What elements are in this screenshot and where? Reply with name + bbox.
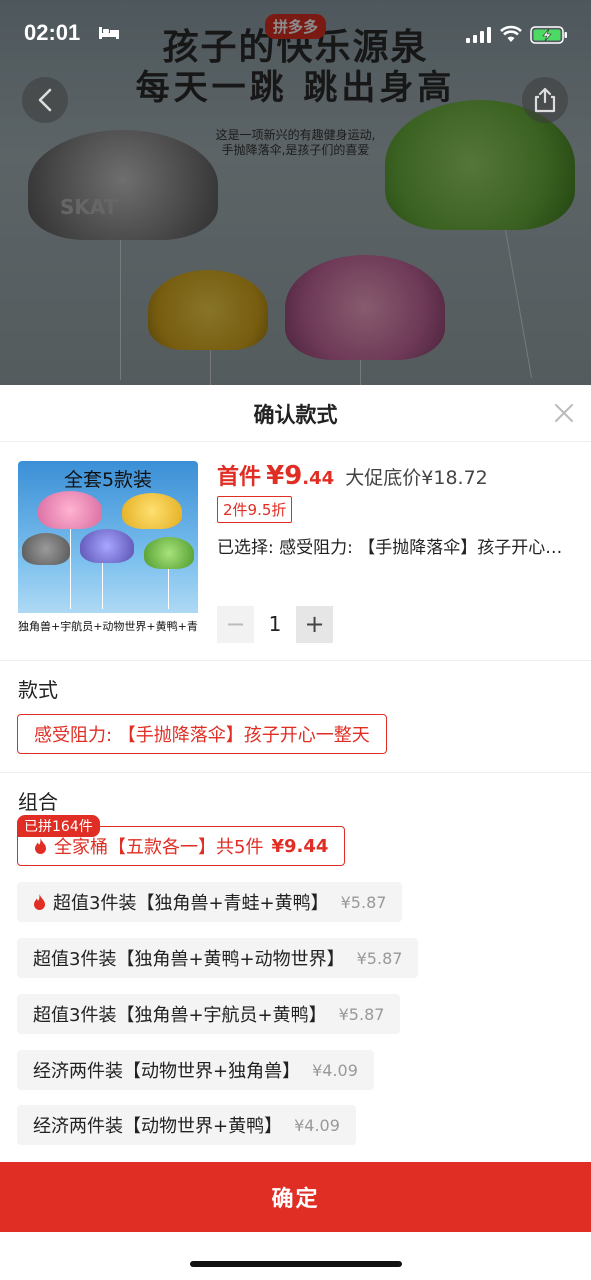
combo-option-3pack-astronaut[interactable]: 超值3件装【独角兽+宇航员+黄鸭】 ¥5.87 bbox=[17, 994, 401, 1034]
combo-option-2pack-unicorn[interactable]: 经济两件装【动物世界+独角兽】 ¥4.09 bbox=[17, 1050, 374, 1090]
back-button[interactable] bbox=[22, 77, 68, 123]
combo-option-price: ¥5.87 bbox=[338, 1004, 385, 1024]
style-picker-sheet: 确认款式 全套5款装 独角兽+宇航员+动物世界+黄鸭+青蛙 首件 ¥9.44 大… bbox=[0, 385, 591, 1280]
back-icon bbox=[38, 88, 52, 112]
combo-option-price: ¥5.87 bbox=[356, 948, 403, 968]
sheet-header: 确认款式 bbox=[0, 385, 591, 442]
combo-option-3pack-animal[interactable]: 超值3件装【独角兽+黄鸭+动物世界】 ¥5.87 bbox=[17, 938, 419, 978]
quantity-stepper: − 1 + bbox=[217, 605, 333, 643]
divider bbox=[0, 660, 591, 661]
sheet-title: 确认款式 bbox=[253, 403, 338, 427]
wifi-icon bbox=[500, 25, 522, 42]
battery-icon bbox=[530, 26, 567, 44]
fire-icon bbox=[34, 894, 45, 910]
product-thumbnail[interactable]: 全套5款装 独角兽+宇航员+动物世界+黄鸭+青蛙 bbox=[18, 461, 198, 641]
status-bar: 02:01 bbox=[0, 0, 591, 70]
increment-button[interactable]: + bbox=[296, 605, 333, 643]
price-row: 首件 ¥9.44 大促底价¥18.72 bbox=[217, 459, 488, 491]
quantity-value: 1 bbox=[268, 612, 282, 636]
product-image-title: 全套5款装 bbox=[63, 469, 153, 491]
combo-option-label: 超值3件装【独角兽+黄鸭+动物世界】 bbox=[33, 949, 345, 970]
style-option-label: 感受阻力: 【手抛降落伞】孩子开心一整天 bbox=[34, 725, 370, 746]
product-image-caption: 独角兽+宇航员+动物世界+黄鸭+青蛙 bbox=[18, 613, 198, 641]
home-indicator[interactable] bbox=[190, 1261, 402, 1267]
first-item-label: 首件 bbox=[217, 465, 262, 490]
combo-option-price: ¥4.09 bbox=[312, 1060, 358, 1080]
status-time: 02:01 bbox=[24, 20, 81, 45]
combo-section-label: 组合 bbox=[18, 790, 58, 814]
bed-icon bbox=[99, 27, 119, 39]
divider bbox=[0, 772, 591, 773]
combo-option-label: 超值3件装【独角兽+宇航员+黄鸭】 bbox=[33, 1005, 327, 1026]
signal-icon bbox=[466, 27, 491, 43]
style-section-label: 款式 bbox=[18, 678, 58, 702]
price-currency: ¥ bbox=[266, 461, 285, 491]
style-option-selected[interactable]: 感受阻力: 【手抛降落伞】孩子开心一整天 bbox=[17, 714, 387, 754]
selected-summary: 已选择: 感受阻力: 【手抛降落伞】孩子开心一整天 bbox=[217, 538, 577, 558]
combo-option-price: ¥4.09 bbox=[294, 1115, 340, 1135]
share-button[interactable] bbox=[522, 77, 568, 123]
confirm-button[interactable]: 确定 bbox=[0, 1162, 591, 1232]
joined-count-badge: 已拼164件 bbox=[17, 815, 100, 837]
combo-option-price: ¥5.87 bbox=[340, 892, 387, 912]
combo-option-3pack-frog[interactable]: 超值3件装【独角兽+青蛙+黄鸭】 ¥5.87 bbox=[17, 882, 403, 922]
decrement-button[interactable]: − bbox=[217, 605, 254, 643]
share-icon bbox=[534, 87, 556, 113]
price-decimal: .44 bbox=[302, 468, 335, 489]
price-integer: 9 bbox=[284, 461, 303, 491]
promo-price: 大促底价¥18.72 bbox=[345, 467, 488, 489]
close-icon[interactable] bbox=[553, 402, 575, 424]
combo-option-2pack-duck[interactable]: 经济两件装【动物世界+黄鸭】 ¥4.09 bbox=[17, 1105, 356, 1145]
fire-icon bbox=[35, 838, 46, 854]
combo-option-label: 经济两件装【动物世界+独角兽】 bbox=[33, 1061, 301, 1082]
combo-option-label: 经济两件装【动物世界+黄鸭】 bbox=[33, 1116, 283, 1137]
discount-tag: 2件9.5折 bbox=[217, 496, 293, 523]
combo-option-label: 超值3件装【独角兽+青蛙+黄鸭】 bbox=[53, 893, 329, 914]
combo-option-price: ¥9.44 bbox=[271, 835, 329, 857]
